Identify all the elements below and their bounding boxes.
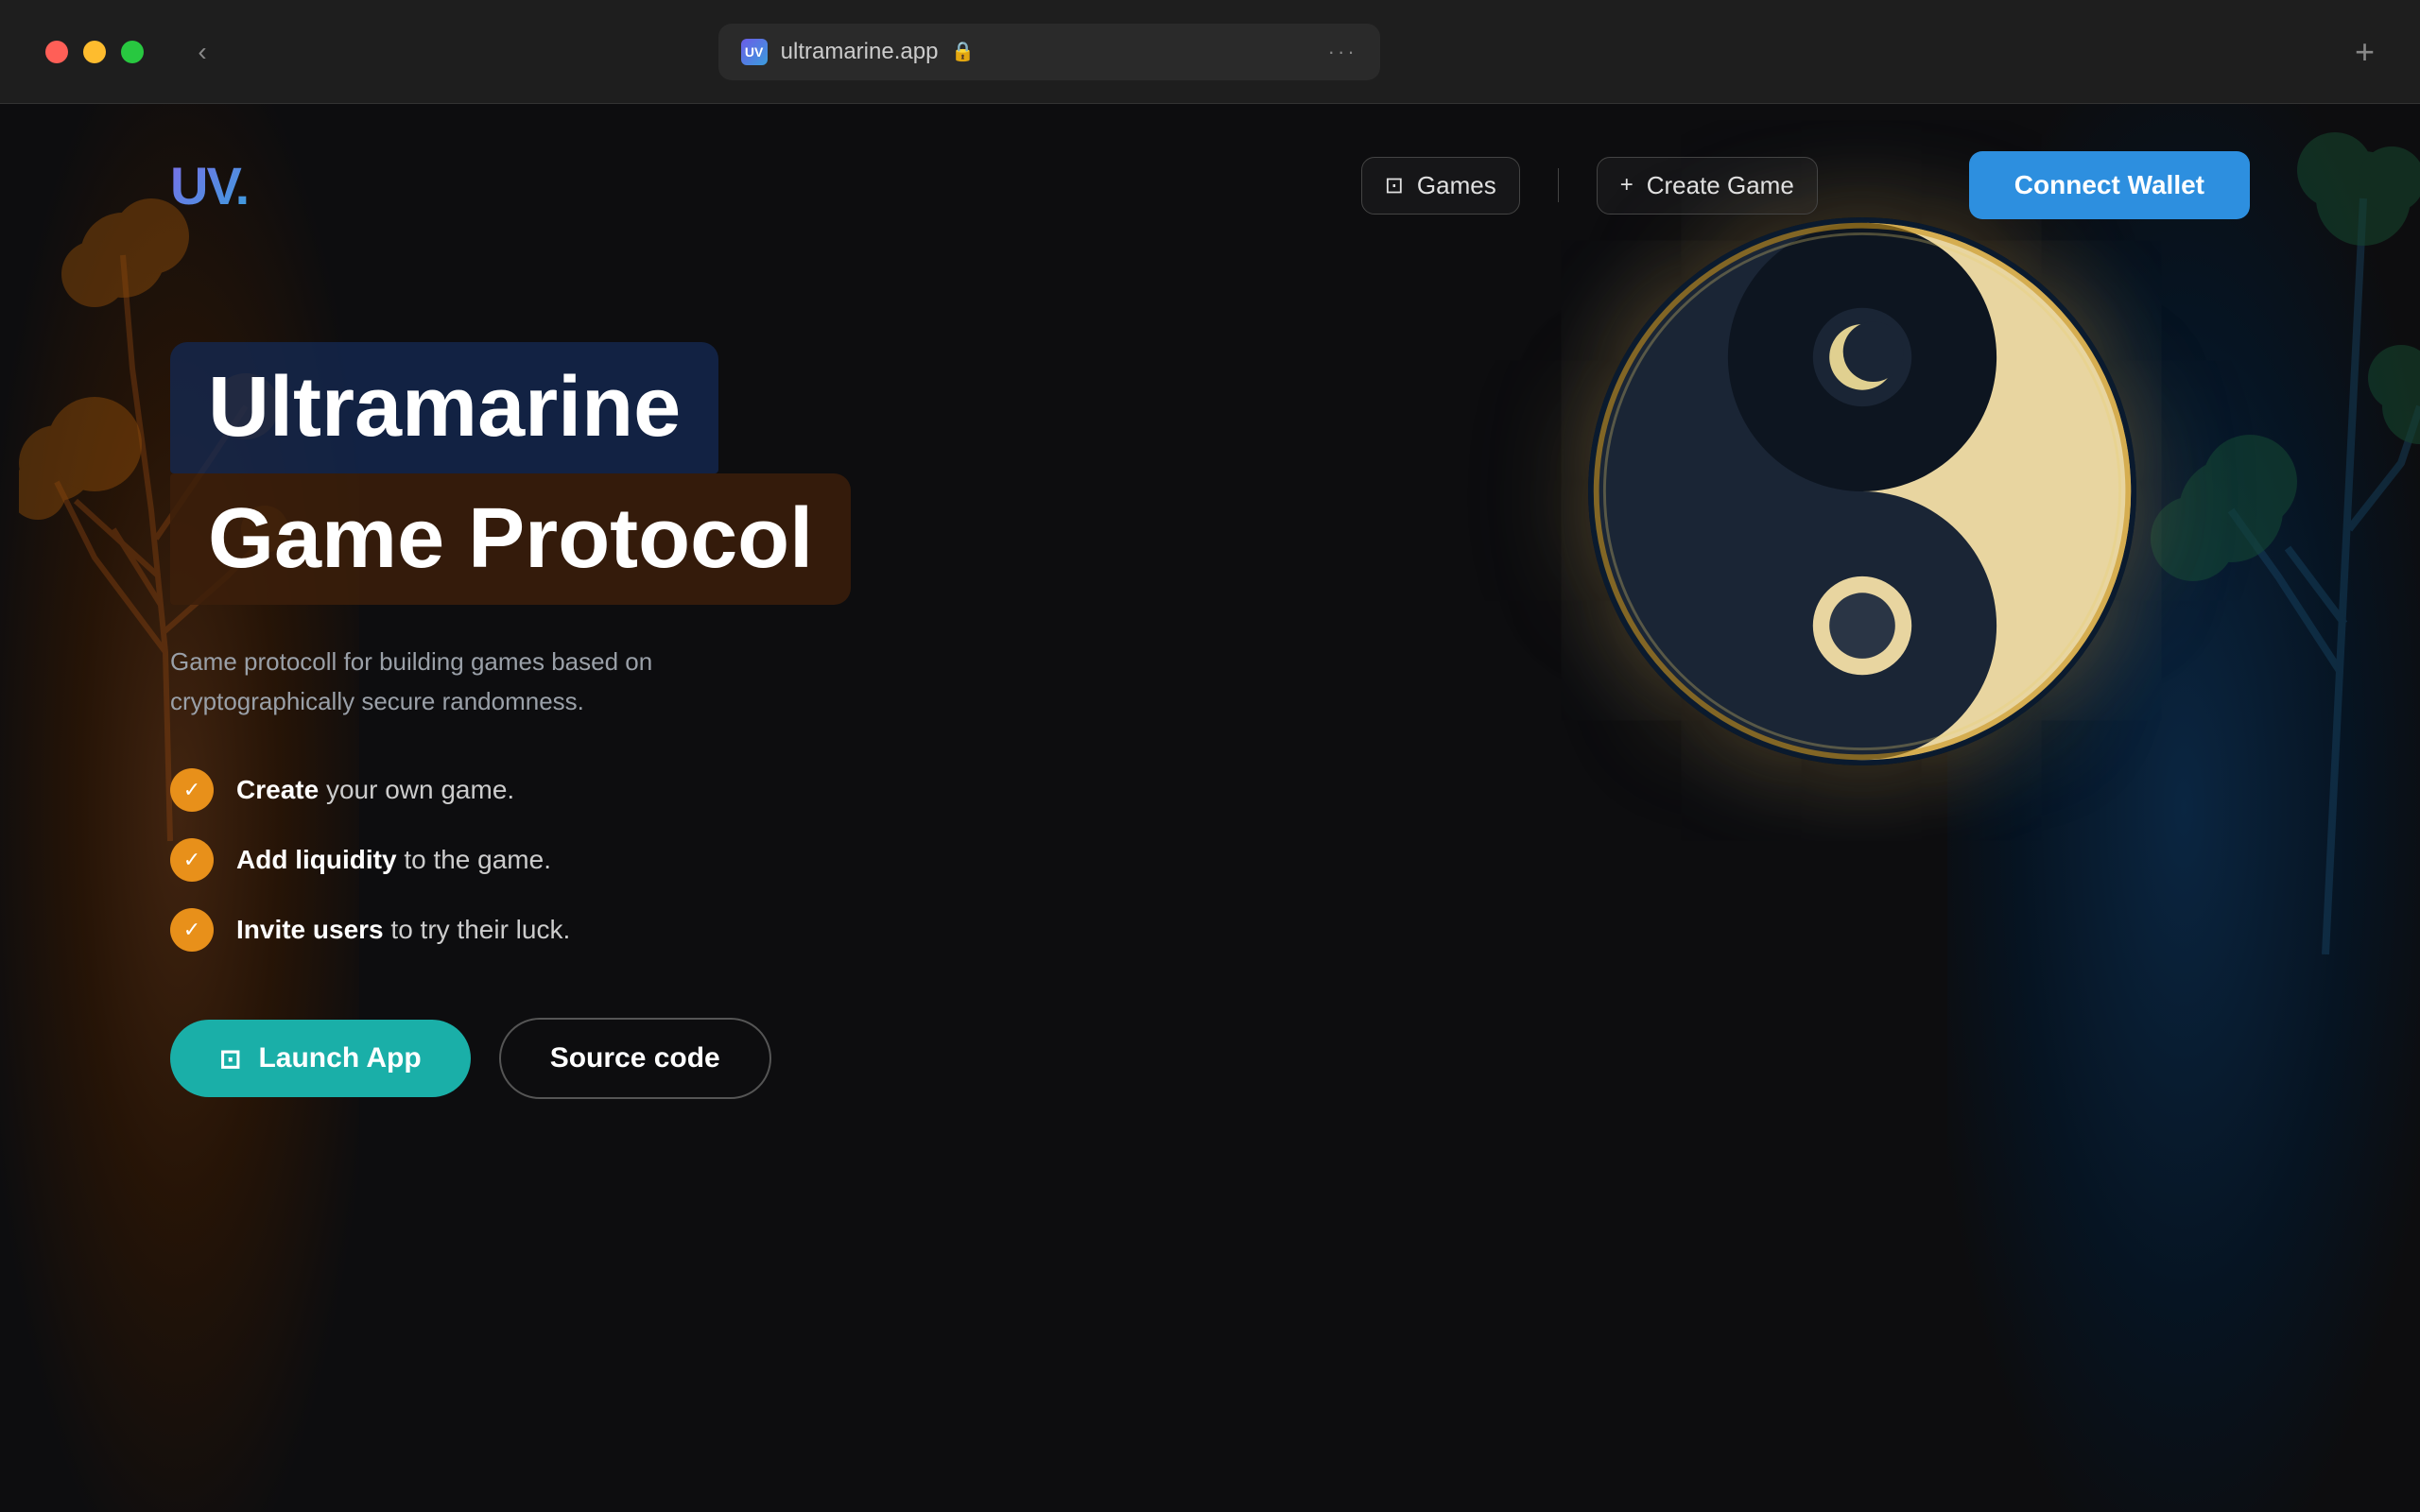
feature-create-rest: your own game. — [326, 775, 514, 804]
check-icon-invite: ✓ — [170, 908, 214, 952]
plus-icon: + — [1620, 172, 1634, 198]
hero-title-block: Ultramarine Game Protocol — [170, 342, 1153, 605]
feature-create-bold: Create — [236, 775, 319, 804]
feature-item-create: ✓ Create your own game. — [170, 768, 1153, 812]
more-options-icon[interactable]: ··· — [1328, 40, 1357, 64]
feature-create-text: Create your own game. — [236, 775, 514, 805]
feature-list: ✓ Create your own game. ✓ Add liquidity … — [170, 768, 1153, 952]
traffic-lights — [45, 41, 144, 63]
yin-yang-decoration — [1588, 217, 2155, 784]
url-text: ultramarine.app — [781, 39, 939, 65]
launch-app-label: Launch App — [258, 1042, 421, 1074]
site-navbar: UV. ⊡ Games + Create Game Connect Wallet — [0, 104, 2420, 266]
cta-buttons: ⊡ Launch App Source code — [170, 1018, 1153, 1099]
feature-item-invite: ✓ Invite users to try their luck. — [170, 908, 1153, 952]
source-code-button[interactable]: Source code — [499, 1018, 771, 1099]
hero-subtitle: Game protocoll for building games based … — [170, 643, 832, 721]
feature-invite-text: Invite users to try their luck. — [236, 915, 570, 945]
new-tab-button[interactable]: + — [2355, 35, 2375, 69]
hero-section: Ultramarine Game Protocol Game protocoll… — [0, 266, 1323, 1175]
feature-liquidity-bold: Add liquidity — [236, 845, 397, 874]
main-page: UV. ⊡ Games + Create Game Connect Wallet… — [0, 104, 2420, 1512]
games-label: Games — [1417, 171, 1496, 200]
logo[interactable]: UV. — [170, 155, 248, 216]
address-bar[interactable]: UV ultramarine.app 🔒 ··· — [718, 24, 1380, 80]
maximize-button[interactable] — [121, 41, 144, 63]
feature-liquidity-text: Add liquidity to the game. — [236, 845, 551, 875]
create-game-nav-item[interactable]: + Create Game — [1597, 157, 1818, 215]
feature-invite-bold: Invite users — [236, 915, 384, 944]
launch-app-button[interactable]: ⊡ Launch App — [170, 1020, 471, 1097]
lock-icon: 🔒 — [951, 40, 975, 63]
connect-wallet-button[interactable]: Connect Wallet — [1969, 151, 2250, 219]
window-chrome: ‹ UV ultramarine.app 🔒 ··· + — [0, 0, 2420, 104]
games-nav-item[interactable]: ⊡ Games — [1361, 157, 1520, 215]
favicon: UV — [741, 39, 768, 65]
feature-item-liquidity: ✓ Add liquidity to the game. — [170, 838, 1153, 882]
create-game-label: Create Game — [1647, 171, 1794, 200]
launch-app-icon: ⊡ — [219, 1043, 241, 1074]
minimize-button[interactable] — [83, 41, 106, 63]
close-button[interactable] — [45, 41, 68, 63]
check-icon-liquidity: ✓ — [170, 838, 214, 882]
hero-title-line1: Ultramarine — [170, 342, 718, 473]
nav-separator — [1558, 168, 1559, 202]
back-button[interactable]: ‹ — [185, 35, 219, 69]
logo-text: UV. — [170, 155, 248, 216]
feature-invite-rest: to try their luck. — [390, 915, 570, 944]
check-icon-create: ✓ — [170, 768, 214, 812]
hero-title-line2: Game Protocol — [170, 473, 851, 605]
games-icon: ⊡ — [1385, 172, 1404, 199]
feature-liquidity-rest: to the game. — [404, 845, 551, 874]
